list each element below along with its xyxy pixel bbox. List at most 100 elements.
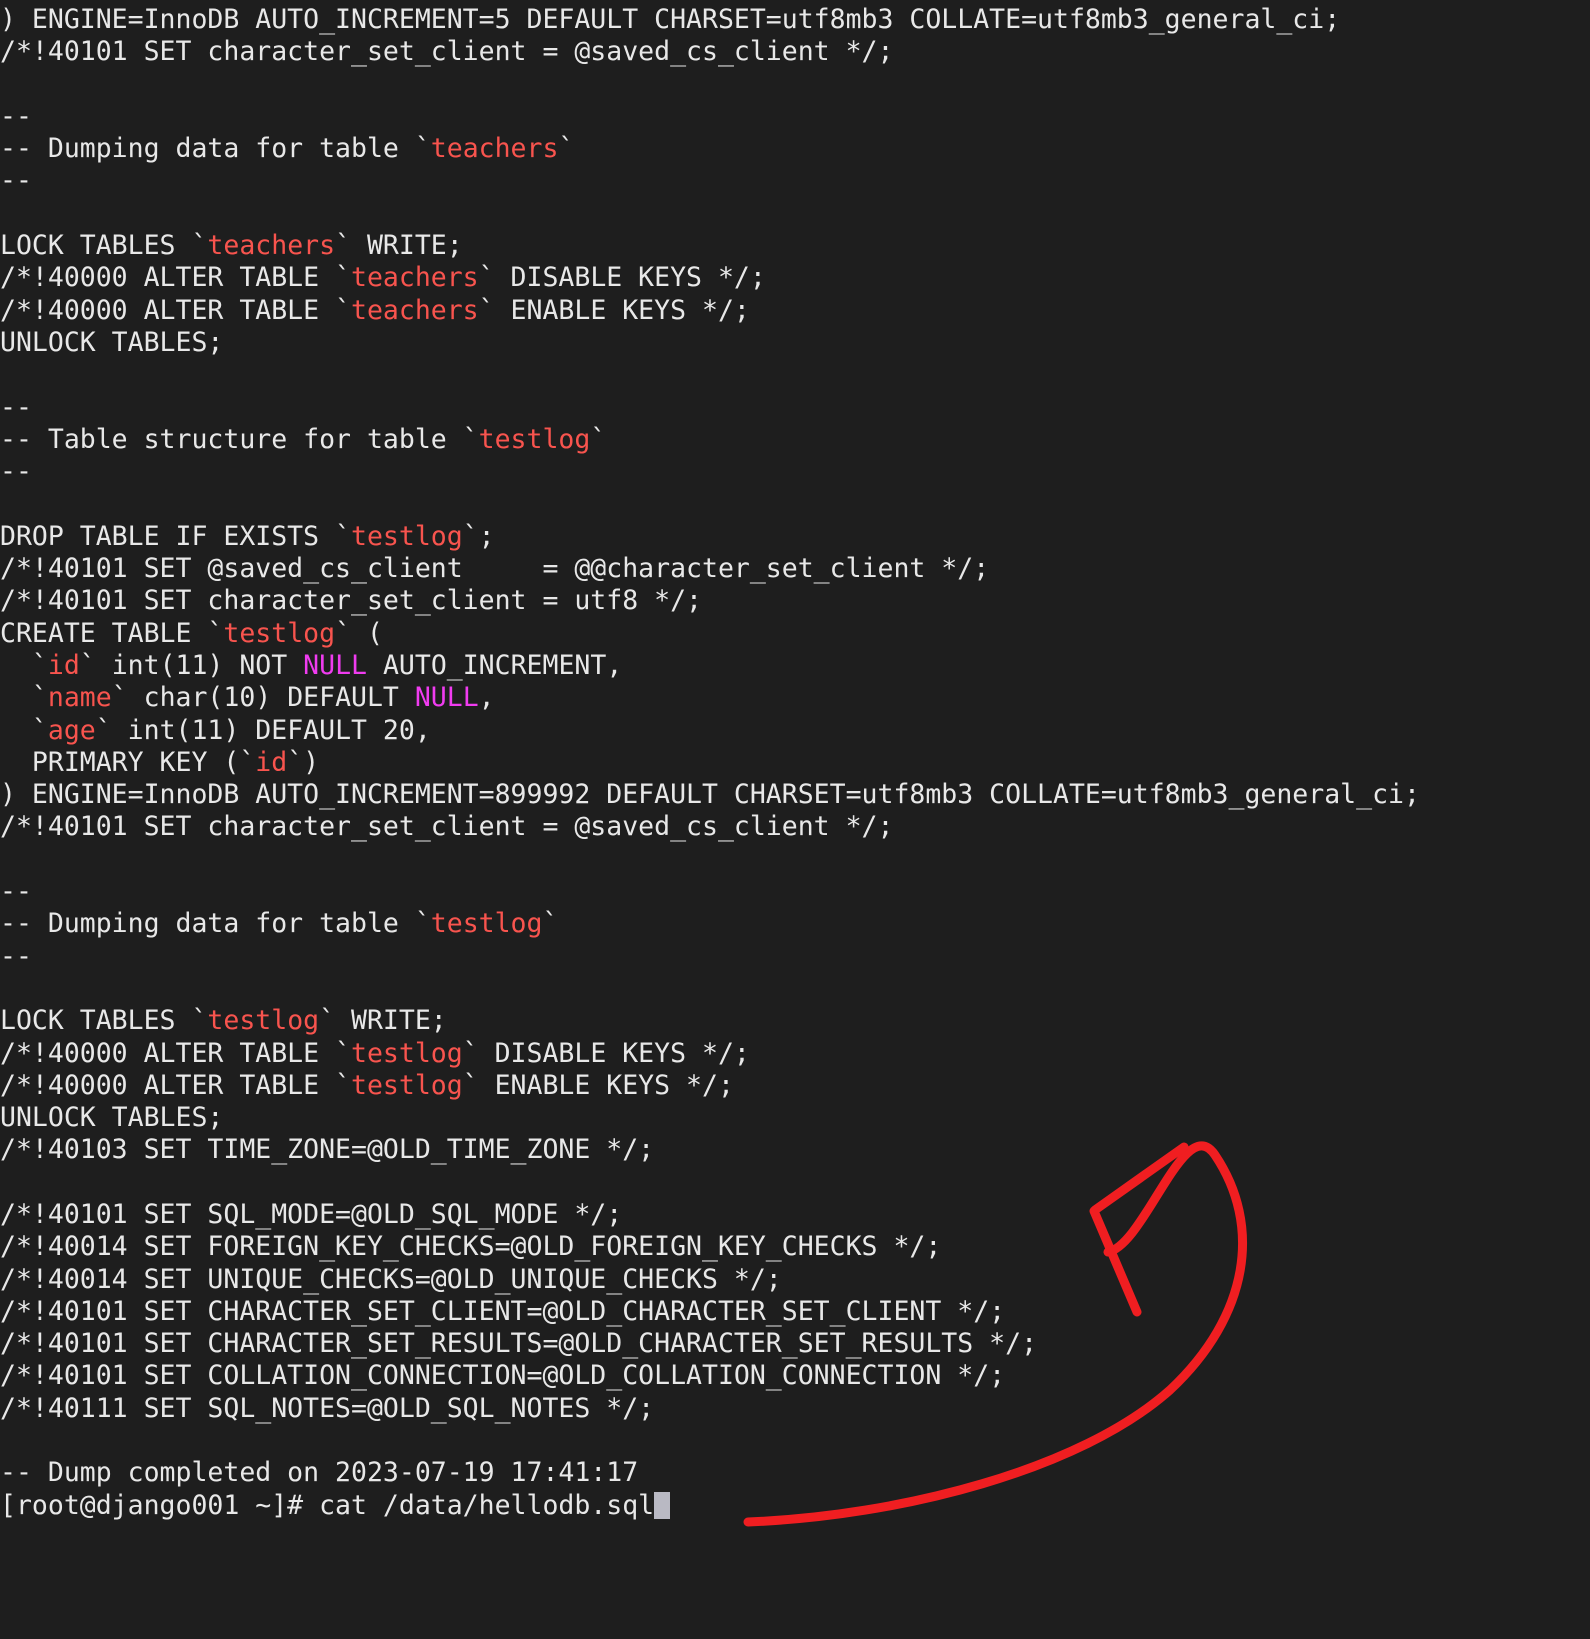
terminal-text-span: NULL — [303, 649, 367, 681]
terminal-text-span: /*!40000 ALTER TABLE ` — [0, 1037, 351, 1069]
terminal-line: /*!40101 SET CHARACTER_SET_RESULTS=@OLD_… — [0, 1328, 1590, 1360]
terminal-text-span: ` — [0, 714, 48, 746]
terminal-text-span: ) ENGINE=InnoDB AUTO_INCREMENT=899992 DE… — [0, 779, 1420, 811]
terminal-text-span: -- Dumping data for table ` — [0, 908, 431, 940]
terminal-text-span: teachers — [351, 262, 479, 294]
terminal-text-span: testlog — [351, 1037, 463, 1069]
terminal-line: -- — [0, 456, 1590, 488]
terminal-text-span: NULL — [414, 682, 479, 714]
terminal-text-span: ` int(11) DEFAULT 20, — [95, 714, 431, 746]
terminal-text-span: AUTO_INCREMENT, — [367, 649, 623, 681]
terminal-line: /*!40101 SET CHARACTER_SET_CLIENT=@OLD_C… — [0, 1296, 1590, 1328]
terminal-text-span: /*!40101 SET character_set_client = utf8… — [0, 585, 702, 617]
terminal-output[interactable]: ) ENGINE=InnoDB AUTO_INCREMENT=5 DEFAULT… — [0, 0, 1590, 1522]
terminal-text-span: testlog — [223, 617, 336, 649]
terminal-line: /*!40101 SET COLLATION_CONNECTION=@OLD_C… — [0, 1360, 1590, 1392]
terminal-text-span: UNLOCK TABLES; — [0, 1102, 224, 1134]
terminal-line: `id` int(11) NOT NULL AUTO_INCREMENT, — [0, 650, 1590, 682]
terminal-text-span: /*!40101 SET CHARACTER_SET_RESULTS=@OLD_… — [0, 1328, 1038, 1360]
terminal-text-span: age — [47, 714, 96, 746]
terminal-text-span: DROP TABLE IF EXISTS ` — [0, 520, 351, 552]
terminal-text-span: UNLOCK TABLES; — [0, 326, 224, 358]
terminal-text-span: -- Table structure for table ` — [0, 423, 479, 455]
terminal-line: UNLOCK TABLES; — [0, 1102, 1590, 1134]
terminal-line: /*!40101 SET character_set_client = @sav… — [0, 36, 1590, 68]
terminal-line: /*!40000 ALTER TABLE `teachers` ENABLE K… — [0, 295, 1590, 327]
terminal-text-span: ` DISABLE KEYS */; — [462, 1037, 750, 1069]
terminal-text-span: teachers — [430, 133, 559, 165]
terminal-line: /*!40000 ALTER TABLE `teachers` DISABLE … — [0, 262, 1590, 294]
terminal-text-span: id — [255, 746, 288, 778]
terminal-text-span: LOCK TABLES ` — [0, 230, 208, 262]
terminal-text-span: -- — [0, 165, 32, 197]
terminal-window: ) ENGINE=InnoDB AUTO_INCREMENT=5 DEFAULT… — [0, 0, 1590, 1639]
terminal-text-span: ` int(11) NOT — [79, 649, 304, 681]
terminal-line: /*!40101 SET @saved_cs_client = @@charac… — [0, 553, 1590, 585]
terminal-line: ) ENGINE=InnoDB AUTO_INCREMENT=5 DEFAULT… — [0, 4, 1590, 36]
terminal-text-span: ` ENABLE KEYS */; — [478, 294, 750, 326]
terminal-line: -- — [0, 165, 1590, 197]
terminal-text-span: ` char(10) DEFAULT — [111, 682, 415, 714]
terminal-line: ) ENGINE=InnoDB AUTO_INCREMENT=899992 DE… — [0, 779, 1590, 811]
terminal-text-span: testlog — [351, 1069, 463, 1101]
terminal-text-span: -- — [0, 940, 32, 972]
shell-prompt-line[interactable]: [root@django001 ~]# cat /data/hellodb.sq… — [0, 1490, 1590, 1522]
terminal-text-span: -- Dump completed on 2023-07-19 17:41:17 — [0, 1457, 639, 1489]
terminal-line: -- Dumping data for table `testlog` — [0, 908, 1590, 940]
terminal-text-span: -- — [0, 100, 32, 132]
terminal-text-span: testlog — [207, 1005, 320, 1037]
terminal-text-span: /*!40014 SET FOREIGN_KEY_CHECKS=@OLD_FOR… — [0, 1231, 942, 1263]
terminal-text-span: `; — [462, 520, 495, 552]
terminal-text-span: /*!40101 SET CHARACTER_SET_CLIENT=@OLD_C… — [0, 1295, 1006, 1327]
terminal-text-span: `) — [287, 746, 320, 778]
terminal-text-span: testlog — [478, 423, 591, 455]
terminal-line: -- Dumping data for table `teachers` — [0, 133, 1590, 165]
terminal-text-span: LOCK TABLES ` — [0, 1005, 208, 1037]
terminal-text-span: -- — [0, 456, 32, 488]
terminal-text-span: /*!40000 ALTER TABLE ` — [0, 1069, 351, 1101]
terminal-line: /*!40101 SET character_set_client = utf8… — [0, 585, 1590, 617]
terminal-line: CREATE TABLE `testlog` ( — [0, 618, 1590, 650]
terminal-line: -- — [0, 941, 1590, 973]
terminal-text-span: ` — [0, 682, 48, 714]
shell-prompt-text: [root@django001 ~]# cat /data/hellodb.sq… — [0, 1489, 655, 1521]
terminal-text-span: testlog — [351, 520, 463, 552]
terminal-line: /*!40111 SET SQL_NOTES=@OLD_SQL_NOTES */… — [0, 1393, 1590, 1425]
terminal-text-span: ` — [0, 649, 48, 681]
terminal-text-span: ` ENABLE KEYS */; — [462, 1069, 734, 1101]
terminal-text-span: ` — [542, 908, 559, 940]
terminal-line: /*!40014 SET FOREIGN_KEY_CHECKS=@OLD_FOR… — [0, 1231, 1590, 1263]
terminal-text-span: -- — [0, 391, 32, 423]
terminal-line: -- — [0, 101, 1590, 133]
terminal-text-span: ) ENGINE=InnoDB AUTO_INCREMENT=5 DEFAULT… — [0, 4, 1341, 35]
terminal-text-span: ` WRITE; — [319, 1005, 447, 1037]
terminal-text-span: /*!40111 SET SQL_NOTES=@OLD_SQL_NOTES */… — [0, 1392, 655, 1424]
terminal-text-span: -- Dumping data for table ` — [0, 133, 431, 165]
terminal-text-span: ` — [558, 133, 575, 165]
terminal-text-span: PRIMARY KEY (` — [0, 746, 256, 778]
terminal-text-span: -- — [0, 876, 32, 908]
terminal-line: /*!40000 ALTER TABLE `testlog` DISABLE K… — [0, 1038, 1590, 1070]
terminal-text-span: /*!40101 SET COLLATION_CONNECTION=@OLD_C… — [0, 1360, 1006, 1392]
terminal-text-span: teachers — [351, 294, 479, 326]
terminal-text-span: id — [47, 649, 80, 681]
terminal-line: LOCK TABLES `teachers` WRITE; — [0, 230, 1590, 262]
terminal-text-span: ` DISABLE KEYS */; — [478, 262, 766, 294]
terminal-text-span: /*!40101 SET SQL_MODE=@OLD_SQL_MODE */; — [0, 1198, 623, 1230]
terminal-line: /*!40103 SET TIME_ZONE=@OLD_TIME_ZONE */… — [0, 1134, 1590, 1166]
terminal-line: /*!40101 SET character_set_client = @sav… — [0, 811, 1590, 843]
terminal-line: UNLOCK TABLES; — [0, 327, 1590, 359]
terminal-text-span: ` WRITE; — [335, 230, 463, 262]
terminal-text-span: /*!40101 SET character_set_client = @sav… — [0, 36, 894, 68]
terminal-line: LOCK TABLES `testlog` WRITE; — [0, 1005, 1590, 1037]
terminal-text-span: /*!40000 ALTER TABLE ` — [0, 262, 351, 294]
text-cursor — [654, 1491, 671, 1519]
terminal-line: DROP TABLE IF EXISTS `testlog`; — [0, 521, 1590, 553]
